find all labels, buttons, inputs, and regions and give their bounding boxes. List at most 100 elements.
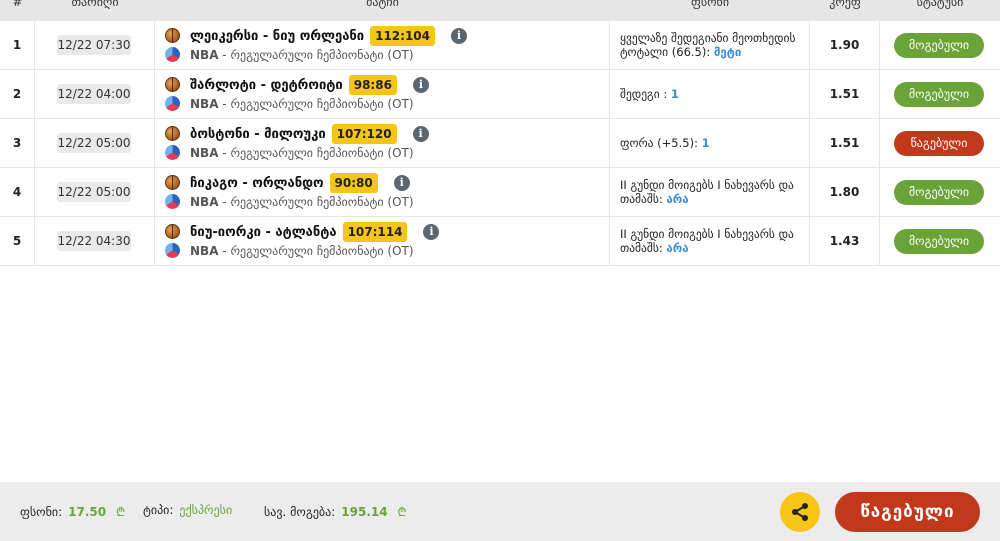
bet-cell: ფორა (+5.5): 1 <box>610 119 810 167</box>
stake-summary: ფსონი: 17.50 ₾ <box>20 503 125 520</box>
status-cell: მოგებული <box>880 21 1000 69</box>
table-row: 2 12/22 04:00 შარლოტი - დეტროიტი 98:86 i… <box>0 70 1000 119</box>
league-description: - რეგულარული ჩემპიონატი (OT) <box>218 195 414 209</box>
match-teams-line: ბოსტონი - მილოუკი 107:120 i <box>190 124 429 144</box>
status-badge: მოგებული <box>894 82 984 107</box>
league-line: NBA - რეგულარული ჩემპიონატი (OT) <box>190 146 414 160</box>
header-time: თარიღი <box>71 0 119 9</box>
league-line: NBA - რეგულარული ჩემპიონატი (OT) <box>190 195 414 209</box>
header-status: სტატუსი <box>916 0 964 9</box>
table-row: 3 12/22 05:00 ბოსტონი - მილოუკი 107:120 … <box>0 119 1000 168</box>
nba-league-icon <box>165 47 180 62</box>
match-cell: ნიუ-იორკი - ატლანტა 107:114 i NBA - რეგუ… <box>155 217 610 265</box>
ticket-footer: ფსონი: 17.50 ₾ ტიპი: ექსპრესი სავ. მოგება:… <box>0 482 1000 541</box>
match-score: 98:86 <box>348 75 397 95</box>
bet-market: II გუნდი მოიგებს I ნახევარს და თამაშს: <box>620 178 794 206</box>
header-bet: ფსონი <box>690 0 730 9</box>
match-teams-line: ნიუ-იორკი - ატლანტა 107:114 i <box>190 222 440 242</box>
time-cell: 12/22 05:00 <box>35 168 155 216</box>
info-icon[interactable]: i <box>451 28 468 44</box>
league-line: NBA - რეგულარული ჩემპიონატი (OT) <box>190 97 414 111</box>
type-label: ტიპი: <box>143 503 174 517</box>
bet-pick: 1 <box>701 136 710 150</box>
status-cell: მოგებული <box>880 70 1000 118</box>
status-badge: მოგებული <box>894 229 984 254</box>
info-icon[interactable]: i <box>412 126 429 142</box>
stake-label: ფსონი: <box>20 505 63 519</box>
header-num: # <box>12 0 23 9</box>
match-teams: ჩიკაგო - ორლანდო <box>190 175 324 191</box>
nba-league-icon <box>165 96 180 111</box>
share-icon <box>792 503 808 521</box>
possible-win-summary: სავ. მოგება: 195.14 ₾ <box>264 503 407 520</box>
type-summary: ტიპი: ექსპრესი <box>143 503 232 517</box>
match-teams: ბოსტონი - მილოუკი <box>190 126 326 142</box>
table-row: 5 12/22 04:30 ნიუ-იორკი - ატლანტა 107:11… <box>0 217 1000 266</box>
match-teams: ნიუ-იორკი - ატლანტა <box>190 224 337 240</box>
league-line: NBA - რეგულარული ჩემპიონატი (OT) <box>190 244 414 258</box>
odd-value: 1.51 <box>810 70 880 118</box>
bet-pick: მეტი <box>713 45 742 59</box>
match-time: 12/22 04:00 <box>57 84 131 104</box>
match-teams: შარლოტი - დეტროიტი <box>190 77 343 93</box>
league-description: - რეგულარული ჩემპიონატი (OT) <box>218 48 414 62</box>
header-odd: კოეფ <box>829 0 861 9</box>
info-icon[interactable]: i <box>423 224 440 240</box>
league-name: NBA <box>190 146 219 160</box>
basketball-icon <box>165 126 180 141</box>
match-cell: ბოსტონი - მილოუკი 107:120 i NBA - რეგულა… <box>155 119 610 167</box>
bet-description: ყველაზე შედეგიანი მეოთხედის ტოტალი (66.5… <box>620 21 803 69</box>
league-name: NBA <box>190 48 219 62</box>
bet-history-page: # თარიღი მატჩი ფსონი კოეფ სტატუსი 1 12/2… <box>0 0 1000 541</box>
status-badge: მოგებული <box>894 180 984 205</box>
table-row: 4 12/22 05:00 ჩიკაგო - ორლანდო 90:80 i N… <box>0 168 1000 217</box>
bet-pick: არა <box>666 192 689 206</box>
match-time: 12/22 05:00 <box>57 133 131 153</box>
nba-league-icon <box>165 145 180 160</box>
bet-cell: II გუნდი მოიგებს I ნახევარს და თამაშს: ა… <box>610 168 810 216</box>
match-time: 12/22 05:00 <box>57 182 131 202</box>
match-teams: ლეიკერსი - ნიუ ორლეანი <box>190 28 365 44</box>
basketball-icon <box>165 77 180 92</box>
bet-market: ყველაზე შედეგიანი მეოთხედის ტოტალი (66.5… <box>620 31 796 59</box>
table-header: # თარიღი მატჩი ფსონი კოეფ სტატუსი <box>0 0 1000 21</box>
lari-icon: ₾ <box>115 505 126 519</box>
odd-value: 1.51 <box>810 119 880 167</box>
row-number: 2 <box>0 70 35 118</box>
bet-description: შედეგი : 1 <box>620 70 803 118</box>
time-cell: 12/22 05:00 <box>35 119 155 167</box>
bet-market: II გუნდი მოიგებს I ნახევარს და თამაშს: <box>620 227 794 255</box>
nba-league-icon <box>165 243 180 258</box>
possible-win-label: სავ. მოგება: <box>264 505 336 519</box>
bet-description: II გუნდი მოიგებს I ნახევარს და თამაშს: ა… <box>620 168 803 216</box>
bet-pick: 1 <box>670 87 679 101</box>
header-match: მატჩი <box>366 0 399 9</box>
league-line: NBA - რეგულარული ჩემპიონატი (OT) <box>190 48 414 62</box>
info-icon[interactable]: i <box>393 175 410 191</box>
row-number: 4 <box>0 168 35 216</box>
bet-description: ფორა (+5.5): 1 <box>620 119 803 167</box>
table-row: 1 12/22 07:30 ლეიკერსი - ნიუ ორლეანი 112… <box>0 21 1000 70</box>
share-button[interactable] <box>780 492 820 532</box>
league-name: NBA <box>190 97 219 111</box>
match-time: 12/22 07:30 <box>57 35 131 55</box>
league-name: NBA <box>190 244 219 258</box>
bet-pick: არა <box>666 241 689 255</box>
match-time: 12/22 04:30 <box>57 231 131 251</box>
row-number: 5 <box>0 217 35 265</box>
row-number: 1 <box>0 21 35 69</box>
status-cell: მოგებული <box>880 217 1000 265</box>
basketball-icon <box>165 175 180 190</box>
lari-icon: ₾ <box>397 505 407 519</box>
nba-league-icon <box>165 194 180 209</box>
info-icon[interactable]: i <box>412 77 429 93</box>
bet-rows: 1 12/22 07:30 ლეიკერსი - ნიუ ორლეანი 112… <box>0 21 1000 266</box>
match-teams-line: ლეიკერსი - ნიუ ორლეანი 112:104 i <box>190 26 468 46</box>
match-score: 107:120 <box>331 124 397 144</box>
basketball-icon <box>165 224 180 239</box>
row-number: 3 <box>0 119 35 167</box>
odd-value: 1.80 <box>810 168 880 216</box>
match-cell: ჩიკაგო - ორლანდო 90:80 i NBA - რეგულარულ… <box>155 168 610 216</box>
bet-market: ფორა (+5.5): <box>620 136 702 150</box>
bet-description: II გუნდი მოიგებს I ნახევარს და თამაშს: ა… <box>620 217 803 265</box>
